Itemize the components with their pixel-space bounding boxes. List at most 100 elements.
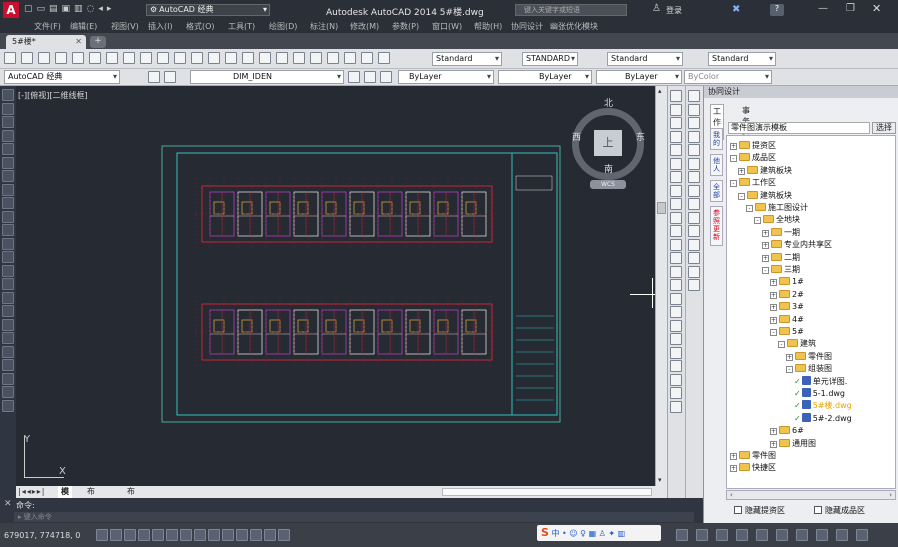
menu-item[interactable]: 协同设计: [511, 21, 543, 32]
user-icon[interactable]: ♙: [652, 3, 661, 14]
vscroll-thumb[interactable]: [657, 202, 666, 214]
toolpalette-icon[interactable]: [310, 52, 322, 64]
draworder-icon[interactable]: [688, 90, 700, 102]
join-icon[interactable]: [670, 252, 682, 264]
expand-icon[interactable]: +: [770, 304, 777, 312]
tree-view[interactable]: + 提资区 - 成品区 + 建筑板块 - 工作区 - 建筑板块 - 施工图设计 - 全地块 + 一期 + 专业内共…: [726, 135, 896, 489]
move-icon[interactable]: [670, 157, 682, 170]
tree-folder-item[interactable]: + 零件图: [730, 450, 776, 461]
qp-icon[interactable]: [236, 529, 248, 541]
horizontal-scrollbar[interactable]: [442, 488, 652, 496]
erase-icon[interactable]: [670, 306, 682, 318]
menu-item[interactable]: 窗口(W): [432, 21, 462, 32]
collapse-icon[interactable]: -: [770, 329, 777, 336]
polyline-icon[interactable]: [2, 116, 14, 128]
object-snap-icon[interactable]: [688, 157, 700, 170]
designcenter-icon[interactable]: [293, 52, 305, 64]
layer-select[interactable]: DIM_IDEN: [190, 70, 344, 84]
tree-folder-item[interactable]: - 全地块: [754, 214, 800, 225]
annotation-scale-icon[interactable]: [756, 529, 768, 541]
inquiry-icon[interactable]: [688, 184, 700, 197]
text-icon[interactable]: [688, 103, 700, 116]
side-filter-tab[interactable]: 参照更新: [710, 206, 723, 246]
tree-folder-item[interactable]: + 一期: [762, 227, 800, 238]
expand-icon[interactable]: +: [730, 143, 737, 150]
tree-folder-item[interactable]: + 专业内共享区: [762, 239, 832, 250]
color-select[interactable]: ByLayer: [398, 70, 494, 84]
autoscale-icon[interactable]: [796, 529, 808, 541]
new-icon[interactable]: [4, 52, 16, 64]
print-icon[interactable]: [55, 52, 67, 64]
circle-icon[interactable]: [2, 170, 14, 182]
add-selected-icon[interactable]: [2, 345, 14, 358]
expand-icon[interactable]: +: [762, 229, 769, 237]
expand-icon[interactable]: +: [730, 453, 737, 460]
menu-item[interactable]: 视图(V): [111, 21, 139, 32]
array-icon[interactable]: [670, 360, 682, 372]
linetype-select[interactable]: ByLayer: [498, 70, 592, 84]
help-icon[interactable]: [378, 52, 390, 64]
cut-icon[interactable]: [106, 52, 118, 64]
tree-folder-item[interactable]: + 通用图: [770, 438, 816, 449]
point-icon[interactable]: [2, 264, 14, 277]
minimize-button[interactable]: —: [818, 3, 828, 14]
polygon-icon[interactable]: [2, 129, 14, 142]
expand-icon[interactable]: +: [738, 167, 745, 175]
dimension-icon[interactable]: [688, 225, 700, 237]
quickview-drawing-icon[interactable]: [736, 529, 748, 541]
table-icon[interactable]: [2, 318, 14, 331]
array-icon[interactable]: [670, 144, 682, 156]
help-button[interactable]: ?: [770, 4, 784, 16]
scale-icon[interactable]: [670, 184, 682, 197]
tree-folder-item[interactable]: - 组装图: [786, 363, 832, 374]
menu-item[interactable]: 绘图(D): [269, 21, 297, 32]
match-icon[interactable]: [157, 52, 169, 64]
model-icon[interactable]: [278, 529, 290, 541]
tree-file-item[interactable]: ✓ 单元详图.: [794, 375, 847, 387]
preview-icon[interactable]: [72, 52, 84, 64]
vscroll-up-arrow[interactable]: ▴: [658, 87, 662, 95]
layer-icon[interactable]: [688, 252, 700, 264]
block-icon[interactable]: [688, 238, 700, 251]
ortho-icon[interactable]: [124, 529, 136, 541]
side-filter-tab[interactable]: 他人: [710, 154, 723, 176]
erase-icon[interactable]: [670, 90, 682, 102]
explode-icon[interactable]: [670, 292, 682, 305]
copy-object-icon[interactable]: [670, 103, 682, 116]
ducs-icon[interactable]: [180, 529, 192, 541]
menu-item[interactable]: 编辑(E): [70, 21, 97, 32]
mirror-icon[interactable]: [670, 333, 682, 345]
tree-folder-item[interactable]: - 建筑板块: [738, 190, 792, 201]
collapse-icon[interactable]: -: [778, 341, 785, 349]
hide-product-checkbox[interactable]: 隐藏成品区: [814, 505, 865, 516]
layer-match-icon[interactable]: [380, 71, 392, 83]
mirror-icon[interactable]: [670, 117, 682, 129]
command-close-icon[interactable]: ✕: [4, 499, 12, 509]
close-button[interactable]: ✕: [872, 2, 881, 15]
publish-icon[interactable]: [89, 52, 101, 64]
hatch-icon[interactable]: [2, 278, 14, 290]
quickview-layout-icon[interactable]: [716, 529, 728, 541]
menu-item[interactable]: 插入(I): [148, 21, 173, 32]
tree-folder-item[interactable]: +6#: [770, 425, 804, 436]
vertical-scrollbar[interactable]: ▴ ▾: [655, 86, 667, 486]
osnap-icon[interactable]: [152, 529, 164, 541]
open-icon[interactable]: [21, 52, 33, 64]
xline-icon[interactable]: [2, 102, 14, 115]
line-icon[interactable]: [2, 359, 14, 371]
tree-folder-item[interactable]: + 二期: [762, 252, 800, 263]
drawing-canvas[interactable]: [-][俯视][二维线框] 上 北 南 西 东 WCS Y X: [16, 86, 667, 486]
clean-screen-icon[interactable]: [856, 529, 868, 541]
expand-icon[interactable]: +: [770, 428, 777, 436]
collapse-icon[interactable]: -: [754, 217, 761, 225]
fillet-icon[interactable]: [670, 279, 682, 291]
polar-icon[interactable]: [138, 529, 150, 541]
properties-icon[interactable]: [276, 52, 288, 64]
expand-icon[interactable]: +: [770, 440, 777, 448]
search-box[interactable]: 键入关键字或短语: [515, 4, 627, 16]
save-icon[interactable]: [38, 52, 50, 64]
insert-block-icon[interactable]: [2, 237, 14, 250]
dim-style-select[interactable]: STANDARD: [522, 52, 578, 66]
wcs-menu-button[interactable]: WCS: [590, 180, 626, 189]
expand-icon[interactable]: +: [730, 465, 737, 473]
